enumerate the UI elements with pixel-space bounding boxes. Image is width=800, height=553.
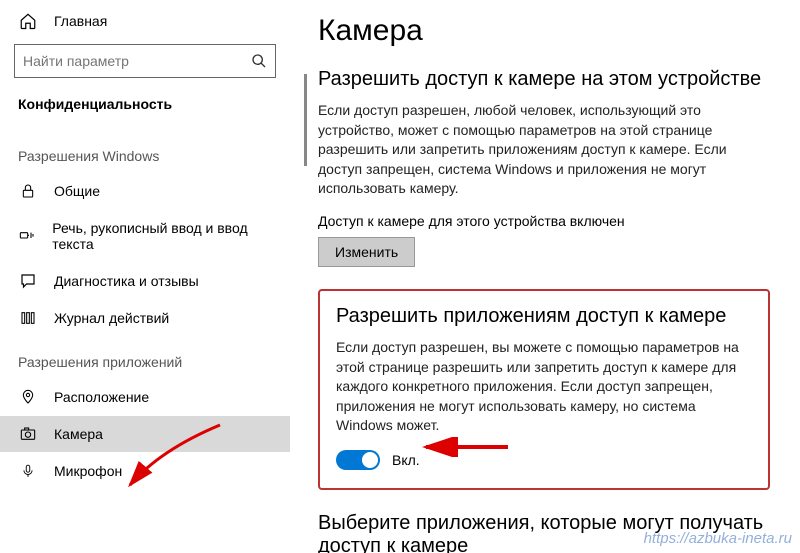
sidebar-item-label: Расположение: [54, 389, 149, 405]
speech-icon: [18, 228, 36, 244]
highlight-annotation-box: Разрешить приложениям доступ к камере Ес…: [318, 289, 770, 490]
section-app-access-heading: Разрешить приложениям доступ к камере: [336, 305, 752, 328]
sidebar-item-camera[interactable]: Камера: [0, 416, 290, 452]
sidebar-item-label: Диагностика и отзывы: [54, 273, 199, 289]
scrollbar-thumb[interactable]: [304, 74, 307, 166]
sidebar-item-label: Общие: [54, 183, 100, 199]
sidebar-item-microphone[interactable]: Микрофон: [0, 452, 290, 490]
sidebar-item-diagnostics[interactable]: Диагностика и отзывы: [0, 262, 290, 300]
sidebar-item-label: Камера: [54, 426, 103, 442]
group-app-permissions: Разрешения приложений: [0, 336, 290, 378]
sidebar-item-speech[interactable]: Речь, рукописный ввод и ввод текста: [0, 210, 290, 262]
camera-icon: [18, 426, 38, 442]
feedback-icon: [18, 272, 38, 290]
sidebar-item-location[interactable]: Расположение: [0, 378, 290, 416]
app-access-toggle[interactable]: [336, 450, 380, 470]
device-access-status: Доступ к камере для этого устройства вкл…: [318, 213, 770, 229]
section-device-access-heading: Разрешить доступ к камере на этом устрой…: [318, 68, 770, 91]
section-device-access-body: Если доступ разрешен, любой человек, исп…: [318, 101, 770, 199]
location-icon: [18, 388, 38, 406]
section-app-access-body: Если доступ разрешен, вы можете с помощь…: [336, 338, 752, 436]
page-title: Камера: [318, 14, 770, 48]
sidebar: Главная Конфиденциальность Разрешения Wi…: [0, 0, 290, 553]
sidebar-item-activity[interactable]: Журнал действий: [0, 300, 290, 336]
search-input[interactable]: [23, 53, 251, 69]
section-choose-apps-heading: Выберите приложения, которые могут получ…: [318, 512, 770, 553]
main-content: Камера Разрешить доступ к камере на этом…: [290, 0, 800, 553]
change-button[interactable]: Изменить: [318, 237, 415, 267]
sidebar-item-label: Речь, рукописный ввод и ввод текста: [52, 220, 272, 252]
sidebar-item-label: Микрофон: [54, 463, 122, 479]
sidebar-item-general[interactable]: Общие: [0, 172, 290, 210]
search-input-container[interactable]: [14, 44, 276, 78]
search-icon: [251, 53, 267, 69]
group-windows-permissions: Разрешения Windows: [0, 130, 290, 172]
section-title: Конфиденциальность: [0, 92, 290, 130]
sidebar-item-label: Журнал действий: [54, 310, 169, 326]
home-icon: [18, 12, 38, 30]
toggle-state-label: Вкл.: [392, 452, 420, 468]
lock-icon: [18, 182, 38, 200]
microphone-icon: [18, 462, 38, 480]
nav-home[interactable]: Главная: [0, 12, 290, 38]
nav-home-label: Главная: [54, 13, 107, 29]
activity-icon: [18, 310, 38, 326]
